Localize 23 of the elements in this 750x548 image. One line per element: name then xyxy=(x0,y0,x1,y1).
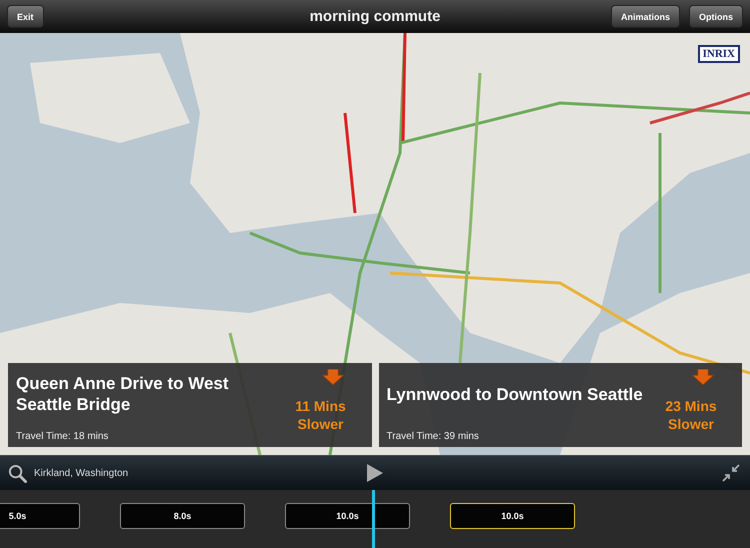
toolbar-button[interactable]: Animations xyxy=(610,5,680,28)
delay-text: 23 Mins Slower xyxy=(664,397,718,433)
inrix-logo: INRIX xyxy=(698,45,740,63)
travel-time: Travel Time: 39 mins xyxy=(386,431,479,442)
down-arrow-icon xyxy=(322,369,344,385)
timeline-clip[interactable]: 8.0s xyxy=(120,503,245,529)
down-arrow-icon xyxy=(692,369,714,385)
play-icon[interactable] xyxy=(367,464,383,482)
route-name: Lynnwood to Downtown Seattle xyxy=(386,384,644,405)
route-name: Queen Anne Drive to West Seattle Bridge xyxy=(16,373,230,415)
exit-button[interactable]: Exit xyxy=(7,5,44,28)
timeline-clip[interactable]: 10.0s xyxy=(450,503,575,529)
toolbar-button[interactable]: Options xyxy=(689,5,743,28)
search-icon[interactable] xyxy=(8,464,27,482)
collapse-icon[interactable] xyxy=(722,464,740,482)
timeline-clip[interactable]: 10.0s xyxy=(285,503,410,529)
route-card[interactable]: Queen Anne Drive to West Seattle Bridge Travel Time: 18 mins 11 Mins Slower xyxy=(8,363,372,447)
window-title: morning commute xyxy=(310,8,440,25)
travel-time: Travel Time: 18 mins xyxy=(16,431,108,442)
route-card[interactable]: Lynnwood to Downtown Seattle Travel Time: 39 mins 23 Mins Slower xyxy=(378,363,742,447)
search-field[interactable]: Kirkland, Washington xyxy=(34,468,128,478)
delay-text: 11 Mins Slower xyxy=(294,397,347,433)
timeline-clip[interactable]: 5.0s xyxy=(0,503,80,529)
